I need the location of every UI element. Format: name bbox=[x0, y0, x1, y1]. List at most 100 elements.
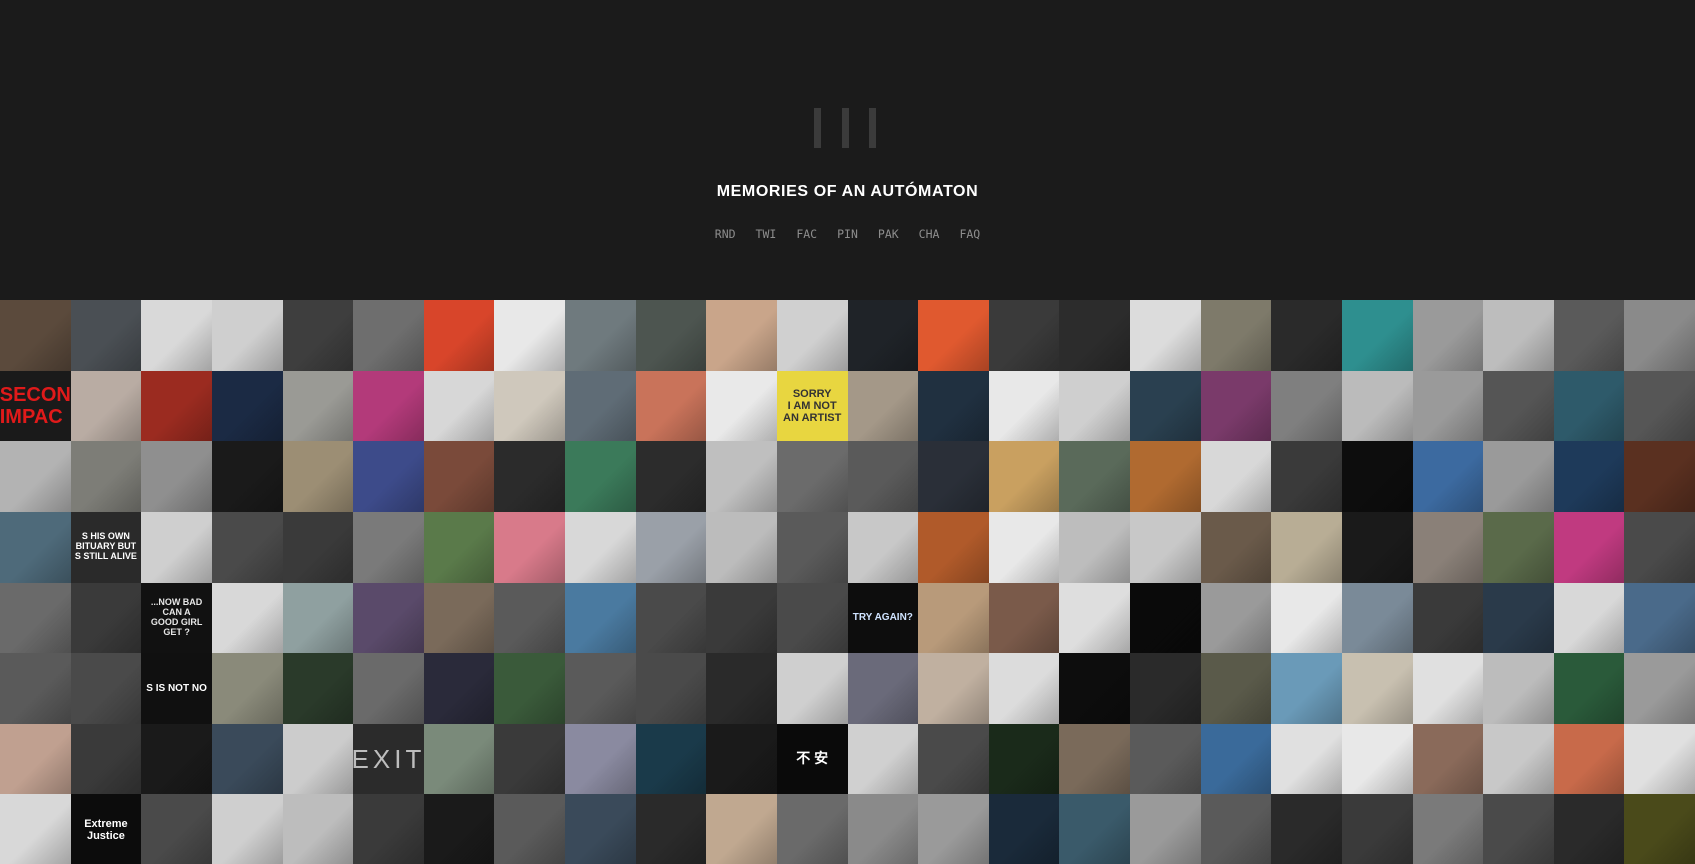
nav-link-pin[interactable]: PIN bbox=[837, 227, 858, 241]
thumbnail-tile[interactable] bbox=[1624, 723, 1695, 795]
thumbnail-tile[interactable] bbox=[494, 794, 565, 864]
thumbnail-tile[interactable] bbox=[0, 511, 71, 583]
thumbnail-tile[interactable] bbox=[635, 723, 707, 795]
thumbnail-tile[interactable] bbox=[1483, 441, 1554, 512]
thumbnail-tile[interactable] bbox=[776, 300, 848, 371]
thumbnail-tile[interactable] bbox=[1624, 582, 1695, 654]
thumbnail-tile[interactable] bbox=[847, 794, 919, 864]
thumbnail-tile[interactable] bbox=[1059, 794, 1130, 864]
thumbnail-tile[interactable] bbox=[776, 441, 848, 512]
thumbnail-tile[interactable] bbox=[494, 582, 565, 654]
thumbnail-tile[interactable] bbox=[353, 370, 424, 442]
thumbnail-tile[interactable] bbox=[494, 300, 565, 371]
thumbnail-tile[interactable] bbox=[141, 370, 212, 442]
thumbnail-tile[interactable] bbox=[1483, 582, 1554, 654]
thumbnail-tile[interactable] bbox=[1624, 370, 1695, 442]
thumbnail-tile[interactable] bbox=[1341, 441, 1413, 512]
thumbnail-tile[interactable] bbox=[1271, 300, 1342, 371]
thumbnail-tile[interactable] bbox=[706, 441, 777, 512]
thumbnail-tile[interactable] bbox=[211, 794, 283, 864]
thumbnail-tile[interactable] bbox=[141, 441, 212, 512]
thumbnail-tile[interactable] bbox=[776, 511, 848, 583]
thumbnail-tile[interactable] bbox=[1200, 511, 1272, 583]
thumbnail-tile[interactable] bbox=[1341, 653, 1413, 724]
thumbnail-tile[interactable] bbox=[1412, 370, 1484, 442]
thumbnail-tile[interactable] bbox=[918, 300, 989, 371]
nav-link-cha[interactable]: CHA bbox=[919, 227, 940, 241]
thumbnail-tile[interactable] bbox=[0, 794, 71, 864]
thumbnail-tile[interactable] bbox=[1130, 653, 1201, 724]
thumbnail-tile[interactable] bbox=[1483, 653, 1554, 724]
thumbnail-tile[interactable] bbox=[1271, 653, 1342, 724]
nav-link-twi[interactable]: TWI bbox=[756, 227, 777, 241]
thumbnail-tile[interactable] bbox=[1130, 582, 1201, 654]
thumbnail-tile[interactable] bbox=[353, 441, 424, 512]
thumbnail-tile[interactable] bbox=[1553, 300, 1625, 371]
thumbnail-tile[interactable] bbox=[1271, 441, 1342, 512]
thumbnail-tile[interactable] bbox=[847, 441, 919, 512]
thumbnail-tile[interactable] bbox=[988, 441, 1060, 512]
thumbnail-tile[interactable]: S HIS OWN BITUARY BUT S STILL ALIVE bbox=[70, 511, 142, 583]
thumbnail-tile[interactable] bbox=[847, 723, 919, 795]
thumbnail-tile[interactable] bbox=[282, 370, 354, 442]
nav-link-faq[interactable]: FAQ bbox=[959, 227, 980, 241]
thumbnail-tile[interactable] bbox=[1059, 723, 1130, 795]
thumbnail-tile[interactable] bbox=[1412, 511, 1484, 583]
thumbnail-tile[interactable] bbox=[918, 441, 989, 512]
thumbnail-tile[interactable] bbox=[70, 653, 142, 724]
thumbnail-tile[interactable] bbox=[211, 511, 283, 583]
thumbnail-tile[interactable] bbox=[1200, 441, 1272, 512]
thumbnail-tile[interactable] bbox=[988, 511, 1060, 583]
thumbnail-tile[interactable] bbox=[988, 794, 1060, 864]
thumbnail-tile[interactable] bbox=[423, 723, 495, 795]
thumbnail-tile[interactable] bbox=[1553, 370, 1625, 442]
thumbnail-tile[interactable] bbox=[423, 582, 495, 654]
thumbnail-tile[interactable] bbox=[1271, 582, 1342, 654]
thumbnail-tile[interactable] bbox=[706, 370, 777, 442]
nav-link-fac[interactable]: FAC bbox=[796, 227, 817, 241]
thumbnail-tile[interactable] bbox=[988, 582, 1060, 654]
thumbnail-tile[interactable] bbox=[1130, 441, 1201, 512]
thumbnail-tile[interactable] bbox=[706, 511, 777, 583]
thumbnail-tile[interactable] bbox=[1059, 653, 1130, 724]
thumbnail-tile[interactable] bbox=[1412, 582, 1484, 654]
thumbnail-tile[interactable] bbox=[141, 511, 212, 583]
thumbnail-tile[interactable] bbox=[1341, 723, 1413, 795]
thumbnail-tile[interactable] bbox=[282, 300, 354, 371]
thumbnail-tile[interactable] bbox=[1271, 511, 1342, 583]
three-bars-icon[interactable] bbox=[814, 108, 876, 148]
thumbnail-tile[interactable] bbox=[353, 653, 424, 724]
thumbnail-tile[interactable] bbox=[776, 582, 848, 654]
thumbnail-tile[interactable] bbox=[0, 653, 71, 724]
thumbnail-tile[interactable] bbox=[494, 370, 565, 442]
thumbnail-tile[interactable] bbox=[0, 582, 71, 654]
thumbnail-tile[interactable] bbox=[1553, 653, 1625, 724]
thumbnail-tile[interactable] bbox=[353, 794, 424, 864]
thumbnail-tile[interactable] bbox=[1200, 794, 1272, 864]
thumbnail-tile[interactable] bbox=[1483, 794, 1554, 864]
thumbnail-tile[interactable] bbox=[1483, 300, 1554, 371]
thumbnail-tile[interactable] bbox=[706, 794, 777, 864]
thumbnail-tile[interactable] bbox=[70, 441, 142, 512]
thumbnail-tile[interactable] bbox=[635, 300, 707, 371]
thumbnail-tile[interactable] bbox=[1271, 723, 1342, 795]
thumbnail-tile[interactable] bbox=[565, 794, 636, 864]
thumbnail-tile[interactable] bbox=[1200, 300, 1272, 371]
thumbnail-tile[interactable] bbox=[1130, 723, 1201, 795]
thumbnail-tile[interactable] bbox=[988, 300, 1060, 371]
thumbnail-tile[interactable] bbox=[1059, 441, 1130, 512]
thumbnail-tile[interactable] bbox=[1412, 441, 1484, 512]
thumbnail-tile[interactable] bbox=[1553, 511, 1625, 583]
thumbnail-tile[interactable] bbox=[1553, 582, 1625, 654]
thumbnail-tile[interactable] bbox=[494, 653, 565, 724]
thumbnail-tile[interactable] bbox=[141, 723, 212, 795]
thumbnail-tile[interactable] bbox=[1271, 370, 1342, 442]
thumbnail-tile[interactable] bbox=[1130, 794, 1201, 864]
thumbnail-tile[interactable] bbox=[1200, 582, 1272, 654]
thumbnail-tile[interactable] bbox=[0, 300, 71, 371]
thumbnail-tile[interactable] bbox=[847, 300, 919, 371]
thumbnail-tile[interactable] bbox=[211, 300, 283, 371]
thumbnail-tile[interactable] bbox=[918, 723, 989, 795]
thumbnail-tile[interactable] bbox=[353, 582, 424, 654]
thumbnail-tile[interactable] bbox=[1624, 794, 1695, 864]
